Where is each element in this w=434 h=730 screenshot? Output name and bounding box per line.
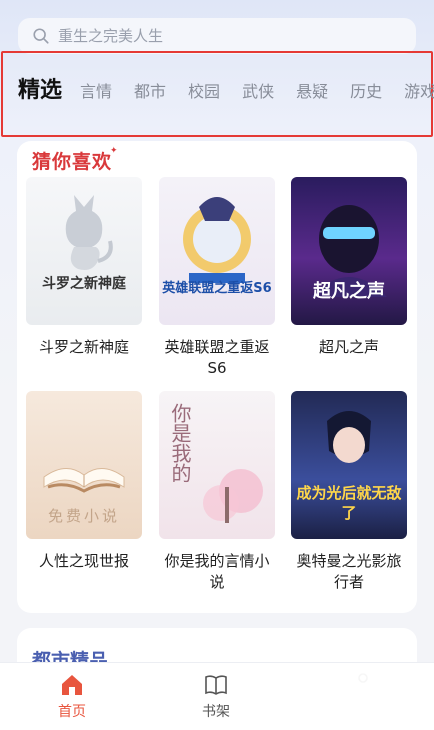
search-bar[interactable] [18, 18, 416, 54]
home-icon [62, 675, 82, 695]
book-icon [205, 675, 227, 695]
book-item[interactable]: 免费小说 人性之现世报 [25, 391, 143, 572]
search-icon [33, 28, 49, 44]
tab-romance[interactable]: 言情 [80, 78, 112, 102]
tab-home[interactable]: 首页 [50, 673, 94, 721]
tab-history[interactable]: 历史 [350, 78, 382, 102]
book-item[interactable]: 英雄联盟之重返S6 英雄联盟之重返S6 [158, 177, 276, 379]
tab-martial[interactable]: 武侠 [242, 78, 274, 102]
book-item[interactable]: 成为光后就无敌了 奥特曼之光影旅行者 [290, 391, 408, 593]
sparkle-icon: ✦ [110, 146, 118, 156]
search-input[interactable] [58, 27, 358, 45]
category-tabs: 精选 言情 都市 校园 武侠 悬疑 历史 游戏 [18, 72, 434, 104]
cover-title: 超凡之声 [313, 281, 385, 302]
book-title: 人性之现世报 [38, 552, 129, 570]
tab-shelf-label: 书架 [202, 704, 230, 720]
book-cover[interactable]: 免费小说 [26, 391, 142, 539]
book-title: 英雄联盟之重返S6 [164, 338, 270, 377]
book-title: 奥特曼之光影旅行者 [296, 552, 402, 591]
cover-title: 成为光后就无敌了 [296, 484, 402, 522]
cover-title: 英雄联盟之重返S6 [162, 281, 272, 296]
book-title: 你是我的言情小说 [164, 552, 270, 591]
tab-featured[interactable]: 精选 [18, 72, 62, 104]
book-item[interactable]: 斗罗之新神庭 斗罗之新神庭 [25, 177, 143, 358]
tab-urban[interactable]: 都市 [134, 78, 166, 102]
book-title: 斗罗之新神庭 [38, 338, 129, 356]
book-cover[interactable]: 英雄联盟之重返S6 [159, 177, 275, 325]
book-item[interactable]: 超凡之声 超凡之声 [290, 177, 408, 358]
tab-home-label: 首页 [58, 704, 86, 720]
book-cover[interactable]: 成为光后就无敌了 [291, 391, 407, 539]
book-title: 超凡之声 [318, 338, 379, 356]
section-title-recommend: 猜你喜欢 [32, 151, 113, 173]
anime-illustration [183, 197, 251, 283]
book-cover[interactable]: 斗罗之新神庭 [26, 177, 142, 325]
tab-game[interactable]: 游戏 [404, 78, 434, 102]
book-item[interactable]: 你是我的 你是我的言情小说 [158, 391, 276, 593]
cover-title: 斗罗之新神庭 [42, 276, 126, 292]
tab-campus[interactable]: 校园 [188, 78, 220, 102]
cat-illustration [65, 195, 113, 270]
book-cover[interactable]: 你是我的 [159, 391, 275, 539]
cover-title: 你是我的 [168, 403, 192, 483]
tab-shelf[interactable]: 书架 [194, 673, 238, 721]
watermark-overlay [234, 672, 414, 722]
tab-mystery[interactable]: 悬疑 [296, 78, 328, 102]
book-cover[interactable]: 超凡之声 [291, 177, 407, 325]
cover-title: 免费小说 [47, 507, 120, 525]
